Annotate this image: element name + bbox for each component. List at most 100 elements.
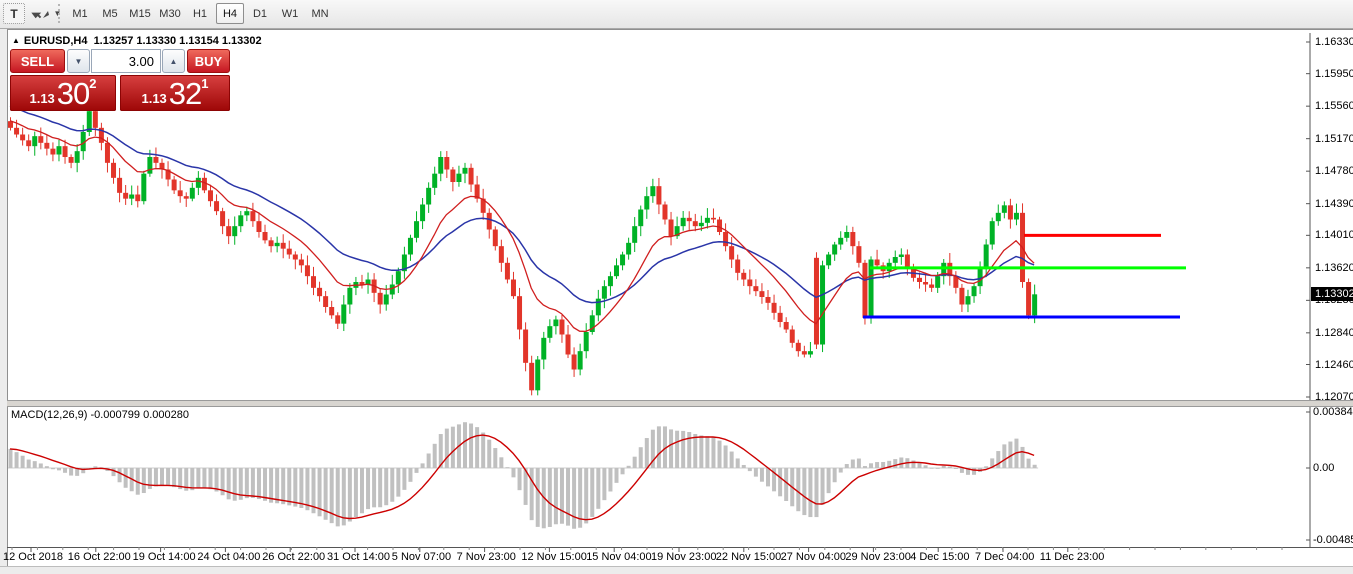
time-axis-label: 7 Dec 04:00: [975, 551, 1034, 563]
macd-histogram-bar: [972, 468, 976, 475]
macd-histogram-bar: [112, 468, 116, 476]
macd-histogram-bar: [942, 466, 946, 468]
macd-histogram-bar: [172, 468, 176, 487]
candle-body: [275, 243, 280, 246]
time-axis-label: 4 Dec 15:00: [910, 551, 969, 563]
candle-body: [862, 263, 867, 318]
candle-body: [226, 226, 231, 236]
candle-body: [299, 260, 304, 266]
macd-histogram-bar: [511, 468, 515, 477]
candle-body: [396, 271, 401, 284]
macd-histogram-bar: [499, 457, 503, 468]
macd-histogram-bar: [275, 468, 279, 503]
volume-decrement-button[interactable]: ▼: [67, 49, 90, 73]
price-axis-label: 1.15560: [1315, 100, 1353, 112]
macd-indicator-label: MACD(12,26,9) -0.000799 0.000280: [11, 409, 189, 421]
candle-body: [972, 286, 977, 296]
candle-body: [196, 178, 201, 188]
one-click-trading-panel: SELL ▼ ▲ BUY 1.13 30 2 1.13 32 1: [10, 49, 230, 74]
macd-histogram-bar: [875, 462, 879, 468]
sell-button[interactable]: SELL: [10, 49, 65, 73]
macd-histogram-bar: [27, 460, 31, 468]
macd-histogram-bar: [402, 468, 406, 490]
macd-histogram-bar: [493, 448, 497, 468]
macd-histogram-bar: [360, 468, 364, 513]
price-axis-label: 1.15170: [1315, 133, 1353, 145]
chart-title: ▲EURUSD,H4 1.132571.133301.131541.13302: [12, 35, 265, 47]
ma-slow-line: [10, 106, 1034, 302]
macd-histogram-bar: [1002, 444, 1006, 468]
candle-body: [438, 157, 443, 174]
candle-body: [705, 218, 710, 223]
order-row: SELL ▼ ▲ BUY: [10, 49, 230, 74]
panel-divider[interactable]: [7, 400, 1353, 407]
candle-body: [111, 163, 116, 178]
macd-histogram-bar: [190, 468, 194, 490]
macd-histogram-bar: [869, 463, 873, 468]
expand-triangle-icon[interactable]: ▲: [12, 36, 20, 45]
candle-body: [390, 285, 395, 295]
candle-body: [856, 246, 861, 263]
candle-body: [996, 213, 1001, 221]
volume-increment-button[interactable]: ▲: [162, 49, 185, 73]
candle-body: [747, 280, 752, 287]
time-axis-label: 24 Oct 04:00: [197, 551, 260, 563]
macd-histogram-bar: [354, 468, 358, 517]
macd-histogram-bar: [669, 429, 673, 468]
candle-body: [644, 196, 649, 209]
mt4-window: T ▼ M1M5M15M30H1H4D1W1MN ▲EURUSD,H4 1.13…: [0, 0, 1353, 574]
candle-body: [838, 238, 843, 245]
macd-histogram-bar: [530, 468, 534, 520]
time-axis-label: 22 Nov 15:00: [716, 551, 781, 563]
candle-body: [323, 296, 328, 307]
window-bottom-edge: [0, 566, 1353, 574]
macd-histogram-bar: [9, 449, 13, 468]
buy-button[interactable]: BUY: [187, 49, 230, 73]
macd-histogram-bar: [348, 468, 352, 522]
candle-body: [238, 215, 243, 226]
time-axis-label: 26 Oct 22:00: [262, 551, 325, 563]
candle-body: [826, 255, 831, 266]
candle-body: [814, 258, 819, 345]
candle-body: [263, 232, 268, 240]
candle-body: [511, 280, 516, 297]
macd-histogram-bar: [881, 462, 885, 468]
macd-histogram-bar: [215, 468, 219, 491]
macd-histogram-bar: [572, 468, 576, 529]
macd-histogram-bar: [227, 468, 231, 499]
candle-body: [850, 232, 855, 246]
candle-body: [923, 282, 928, 285]
candle-body: [650, 186, 655, 196]
macd-histogram-bar: [742, 465, 746, 468]
macd-histogram-bar: [421, 463, 425, 468]
macd-histogram-bar: [63, 468, 67, 473]
candle-body: [796, 343, 801, 351]
macd-histogram-bar: [711, 437, 715, 468]
candle-body: [487, 213, 492, 230]
candle-body: [784, 322, 789, 330]
candle-body: [26, 140, 31, 146]
buy-price-tile[interactable]: 1.13 32 1: [120, 75, 230, 111]
macd-histogram-bar: [427, 453, 431, 468]
candle-body: [147, 157, 152, 174]
sell-price-tile[interactable]: 1.13 30 2: [10, 75, 116, 111]
candle-body: [917, 278, 922, 282]
volume-input[interactable]: [91, 49, 161, 73]
candle-body: [729, 246, 734, 259]
macd-histogram-bar: [948, 467, 952, 468]
price-axis-label: 1.16330: [1315, 36, 1353, 48]
candle-body: [1002, 205, 1007, 213]
macd-histogram-bar: [705, 436, 709, 468]
candle-body: [626, 243, 631, 255]
candle-body: [959, 288, 964, 305]
candle-body: [632, 226, 637, 243]
candle-body: [899, 255, 904, 258]
macd-histogram-bar: [863, 466, 867, 468]
candle-body: [50, 149, 55, 155]
candle-body: [153, 157, 158, 163]
candle-body: [802, 351, 807, 354]
candle-body: [808, 351, 813, 354]
macd-histogram-bar: [57, 468, 61, 470]
buy-price-prefix: 1.13: [141, 89, 166, 109]
candle-body: [1026, 282, 1031, 315]
